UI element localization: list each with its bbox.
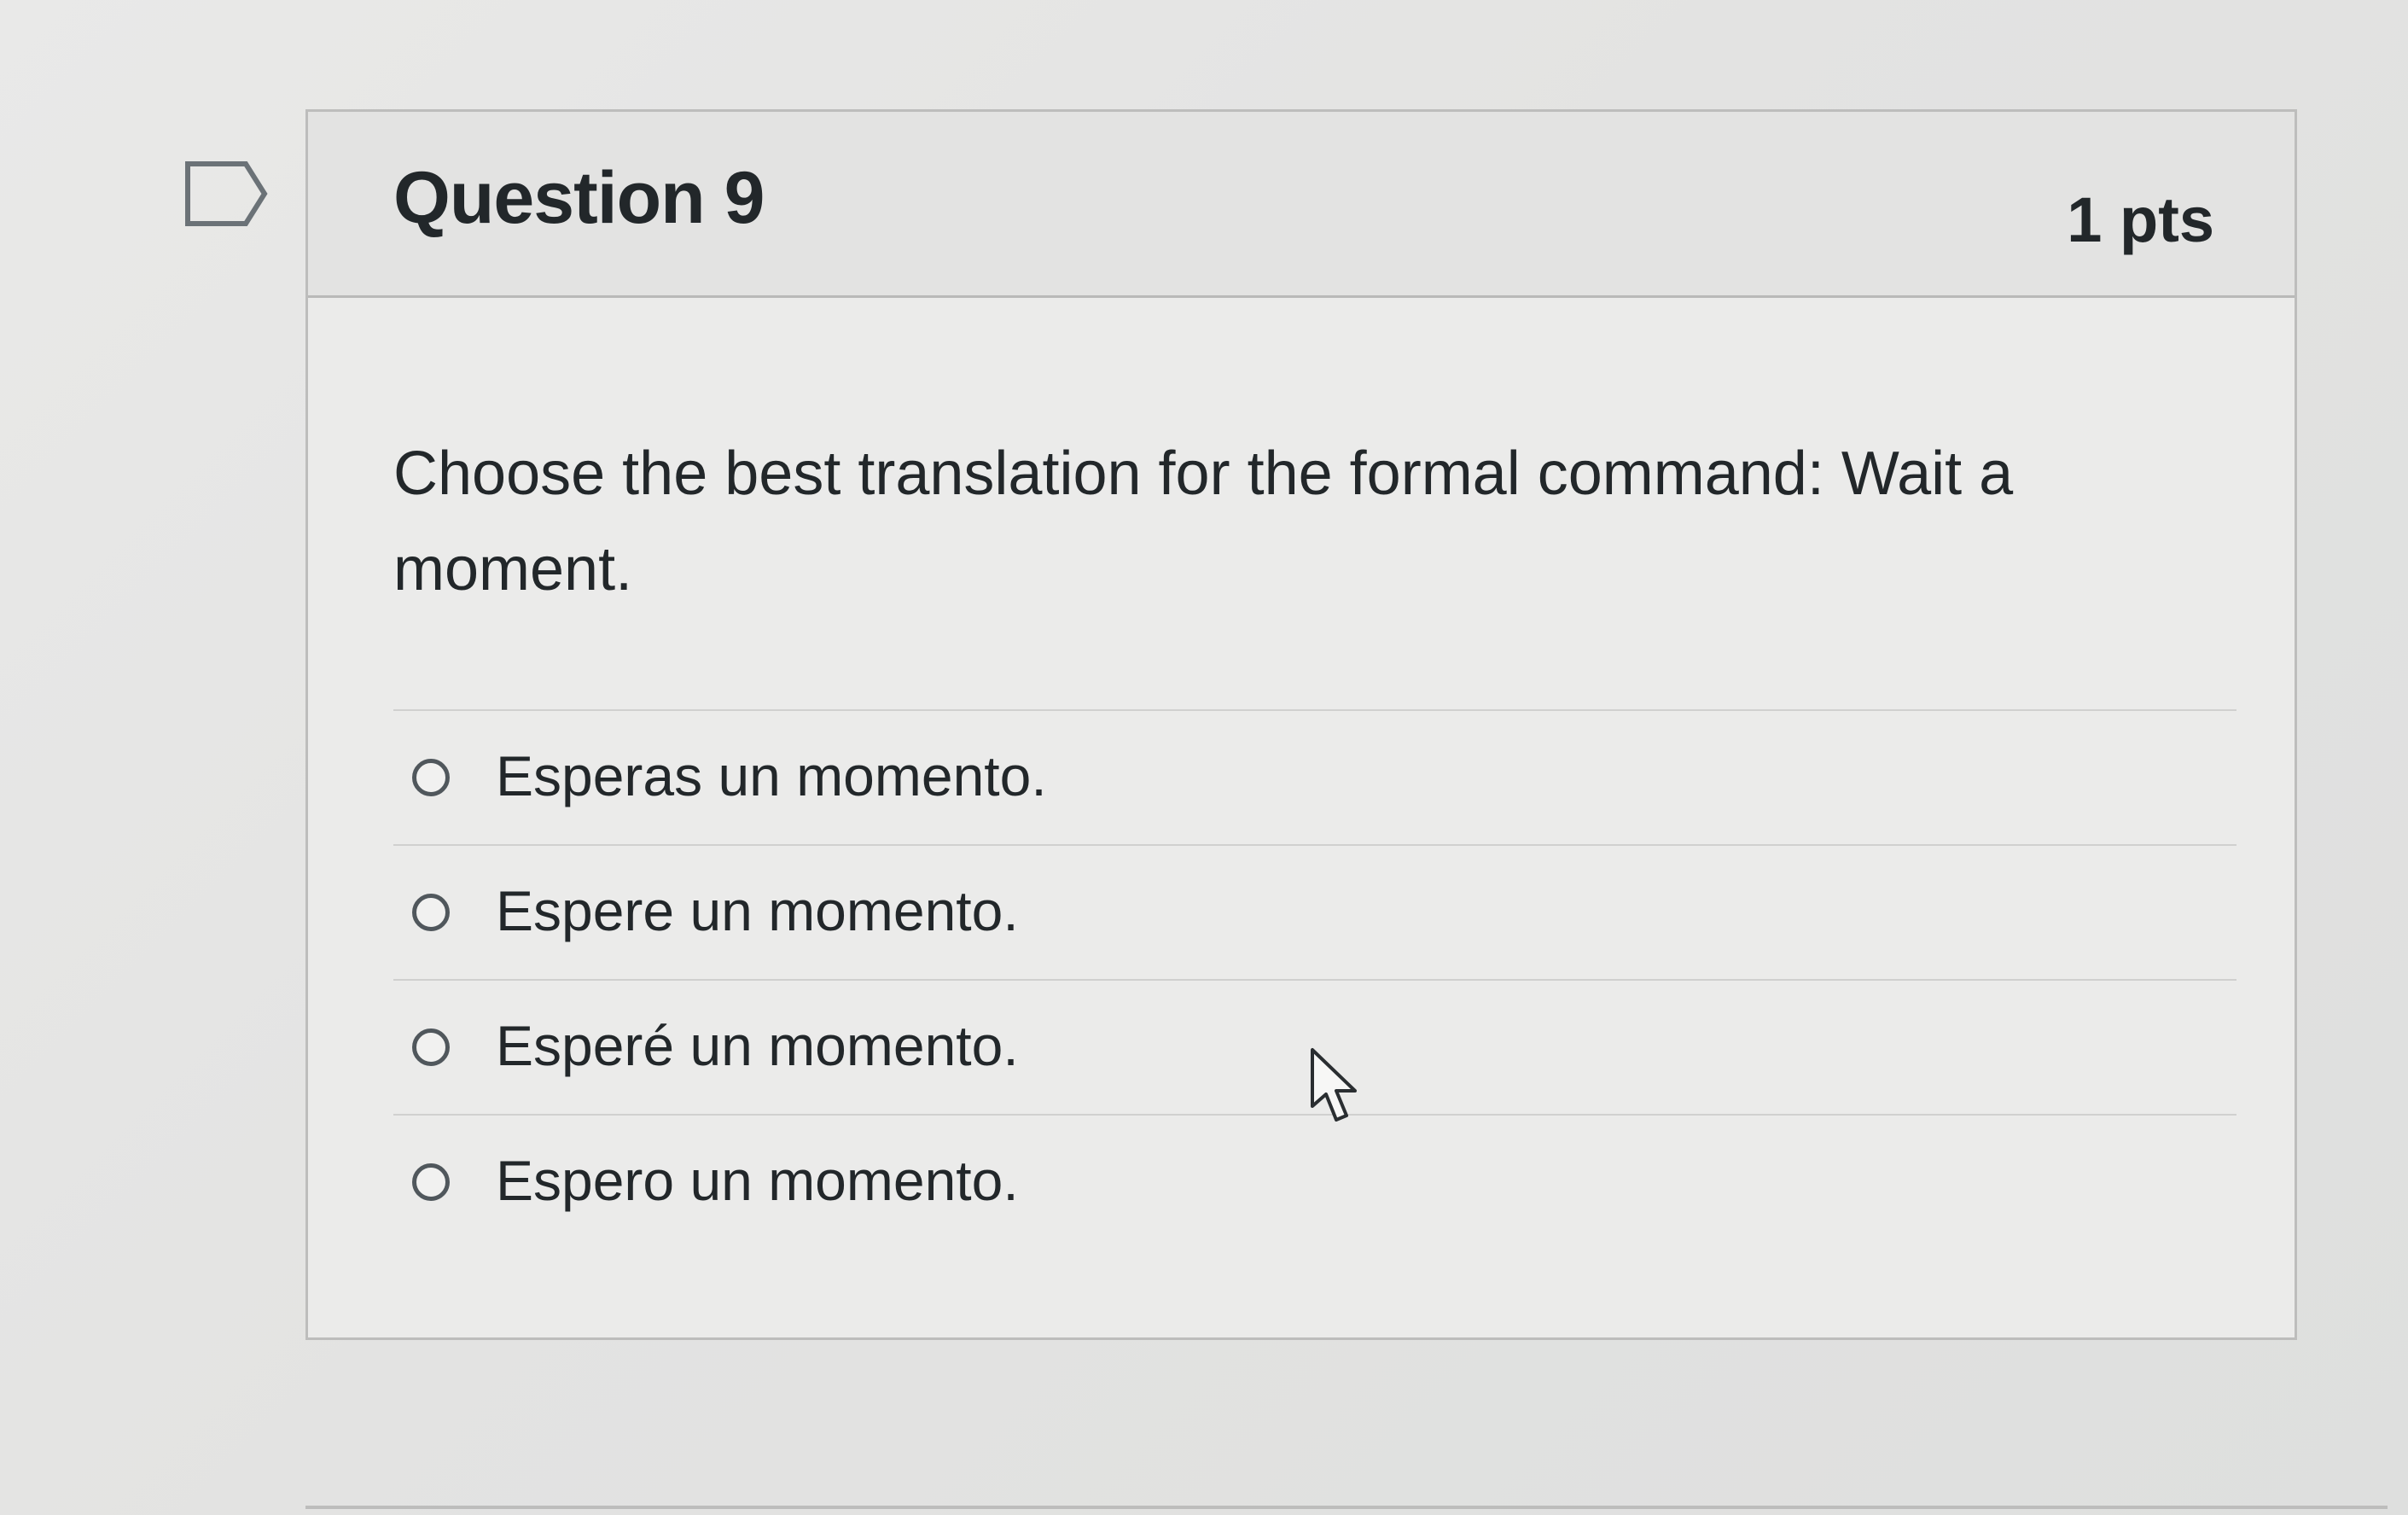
radio-button-icon[interactable] [412, 894, 450, 931]
radio-button-icon[interactable] [412, 1163, 450, 1201]
next-card-edge [305, 1506, 2388, 1509]
question-header: Question 9 1 pts [308, 112, 2295, 298]
question-title: Question 9 [393, 157, 765, 239]
answer-label: Espere un momento. [496, 879, 1019, 942]
question-points: 1 pts [2067, 184, 2214, 255]
question-text: Choose the best translation for the form… [393, 440, 2014, 603]
answer-list: Esperas un momento. Espere un momento. E… [393, 709, 2236, 1250]
flag-question-icon[interactable] [184, 160, 270, 227]
answer-label: Espero un momento. [496, 1149, 1019, 1212]
answer-option[interactable]: Espero un momento. [393, 1116, 2236, 1250]
answer-option[interactable]: Espere un momento. [393, 846, 2236, 981]
answer-label: Esperas un momento. [496, 744, 1047, 807]
radio-button-icon[interactable] [412, 1028, 450, 1066]
question-card: Question 9 1 pts Choose the best transla… [305, 109, 2297, 1340]
mouse-pointer-icon [1311, 1048, 1357, 1122]
answer-option[interactable]: Esperas un momento. [393, 711, 2236, 846]
radio-button-icon[interactable] [412, 759, 450, 796]
answer-label: Esperé un momento. [496, 1014, 1019, 1077]
